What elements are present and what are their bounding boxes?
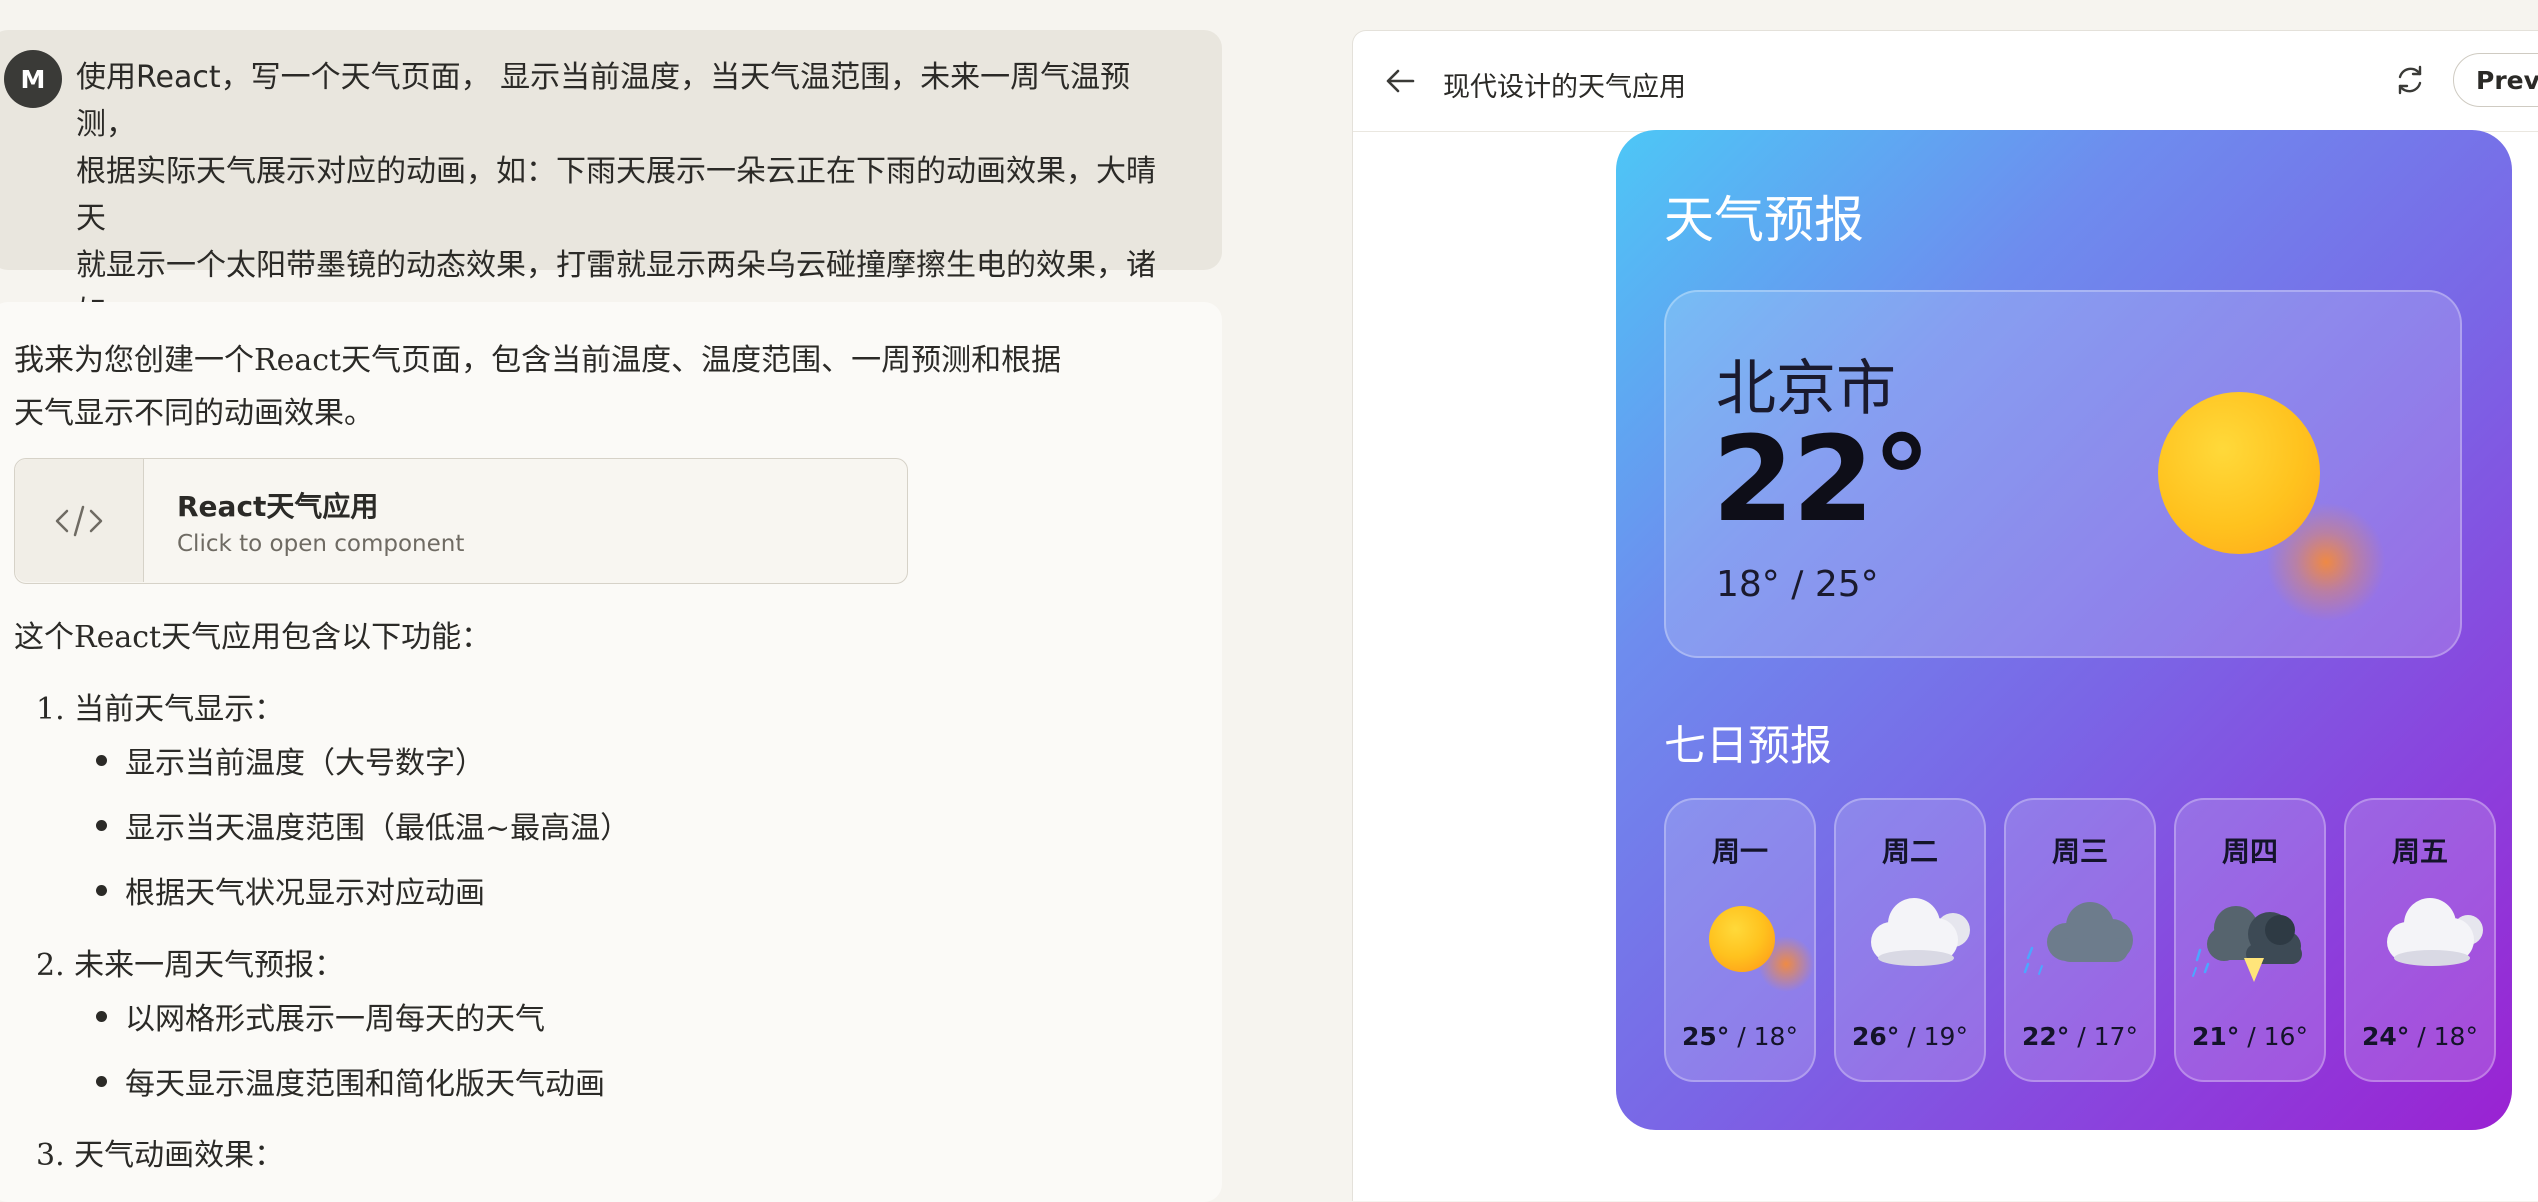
thunderstorm-icon bbox=[2176, 890, 2324, 1000]
bullet bbox=[96, 754, 107, 766]
day-temperature: 22° / 17° bbox=[2022, 1022, 2138, 1051]
sun-icon bbox=[1666, 890, 1814, 1000]
list-item-text: 根据天气状况显示对应动画 bbox=[125, 876, 485, 911]
forecast-day-card[interactable]: 周五 24° / 18° bbox=[2344, 798, 2496, 1082]
day-high: 25° bbox=[1682, 1022, 1730, 1051]
weather-app: 天气预报 北京市 22° 18° / 25° 七日预报 周一 25° / 18°… bbox=[1616, 130, 2512, 1130]
list-heading: 3. 天气动画效果： bbox=[36, 1138, 285, 1173]
current-weather-card: 北京市 22° 18° / 25° bbox=[1664, 290, 2462, 658]
day-name: 周三 bbox=[2051, 835, 2108, 868]
day-low: 18° bbox=[2433, 1022, 2478, 1051]
user-avatar[interactable]: M bbox=[4, 50, 62, 108]
day-temperature: 24° / 18° bbox=[2362, 1022, 2478, 1051]
app-title: 天气预报 bbox=[1664, 191, 1864, 249]
day-temperature: 25° / 18° bbox=[1682, 1022, 1798, 1051]
bullet bbox=[96, 1010, 107, 1022]
list-item-text: 每天显示温度范围和简化版天气动画 bbox=[125, 1067, 605, 1102]
day-low: 19° bbox=[1923, 1022, 1968, 1051]
day-high: 24° bbox=[2362, 1022, 2410, 1051]
list-item-text: 显示当天温度范围（最低温~最高温） bbox=[125, 811, 631, 846]
artifact-title: React天气应用 bbox=[177, 490, 379, 523]
preview-header: 现代设计的天气应用 Previe bbox=[1353, 31, 2538, 132]
preview-button[interactable]: Previe bbox=[2453, 53, 2538, 107]
forecast-day-card[interactable]: 周四 21° / 16° bbox=[2174, 798, 2326, 1082]
sun-icon bbox=[2158, 392, 2320, 554]
refresh-icon[interactable] bbox=[2393, 63, 2427, 101]
list-heading: 2. 未来一周天气预报： bbox=[36, 948, 345, 983]
list-item: 显示当前温度（大号数字） bbox=[96, 738, 485, 782]
features-intro: 这个React天气应用包含以下功能： bbox=[14, 620, 492, 655]
list-item-text: 以网格形式展示一周每天的天气 bbox=[125, 1002, 545, 1037]
arrow-left-icon[interactable] bbox=[1383, 65, 1417, 101]
day-high: 21° bbox=[2192, 1022, 2240, 1051]
chat-pane: M 使用React，写一个天气页面， 显示当前温度，当天气温范围，未来一周气温预… bbox=[0, 0, 1350, 1202]
day-name: 周一 bbox=[1711, 835, 1768, 868]
list-item: 显示当天温度范围（最低温~最高温） bbox=[96, 803, 630, 847]
bullet bbox=[96, 884, 107, 896]
forecast-title: 七日预报 bbox=[1664, 721, 1833, 770]
assistant-intro: 我来为您创建一个React天气页面，包含当前温度、温度范围、一周预测和根据 天气… bbox=[14, 334, 1124, 440]
day-low: 18° bbox=[1753, 1022, 1798, 1051]
day-high: 26° bbox=[1852, 1022, 1900, 1051]
day-name: 周二 bbox=[1881, 835, 1938, 868]
cloud-icon bbox=[1836, 890, 1984, 1000]
forecast-day-card[interactable]: 周三 22° / 17° bbox=[2004, 798, 2156, 1082]
day-temperature: 26° / 19° bbox=[1852, 1022, 1968, 1051]
day-temperature: 21° / 16° bbox=[2192, 1022, 2308, 1051]
list-item: 根据天气状况显示对应动画 bbox=[96, 868, 485, 912]
list-item-text: 显示当前温度（大号数字） bbox=[125, 746, 485, 781]
day-name: 周五 bbox=[2391, 835, 2448, 868]
user-message-line: 使用React，写一个天气页面， 显示当前温度，当天气温范围，未来一周气温预测， bbox=[76, 60, 1131, 142]
day-low: 17° bbox=[2093, 1022, 2138, 1051]
list-heading: 1. 当前天气显示： bbox=[36, 692, 285, 727]
bullet bbox=[96, 1075, 107, 1087]
assistant-intro-line: 天气显示不同的动画效果。 bbox=[14, 396, 374, 431]
list-item: 以网格形式展示一周每天的天气 bbox=[96, 994, 545, 1038]
preview-title: 现代设计的天气应用 bbox=[1443, 72, 1686, 103]
artifact-card[interactable]: React天气应用 Click to open component bbox=[14, 458, 908, 584]
day-low: 16° bbox=[2263, 1022, 2308, 1051]
code-icon bbox=[15, 459, 144, 582]
assistant-intro-line: 我来为您创建一个React天气页面，包含当前温度、温度范围、一周预测和根据 bbox=[14, 343, 1062, 378]
forecast-day-card[interactable]: 周二 26° / 19° bbox=[1834, 798, 1986, 1082]
cloud-icon bbox=[2346, 890, 2494, 1000]
day-name: 周四 bbox=[2221, 835, 2278, 868]
user-message-line: 根据实际天气展示对应的动画，如：下雨天展示一朵云正在下雨的动画效果，大晴天 bbox=[76, 154, 1156, 236]
list-item: 每天显示温度范围和简化版天气动画 bbox=[96, 1059, 605, 1103]
rain-cloud-icon bbox=[2006, 890, 2154, 1000]
current-temperature: 22° bbox=[1712, 410, 1931, 548]
day-high: 22° bbox=[2022, 1022, 2070, 1051]
temperature-range: 18° / 25° bbox=[1716, 564, 1879, 605]
bullet bbox=[96, 819, 107, 831]
forecast-day-card[interactable]: 周一 25° / 18° bbox=[1664, 798, 1816, 1082]
artifact-subtitle: Click to open component bbox=[177, 531, 465, 557]
